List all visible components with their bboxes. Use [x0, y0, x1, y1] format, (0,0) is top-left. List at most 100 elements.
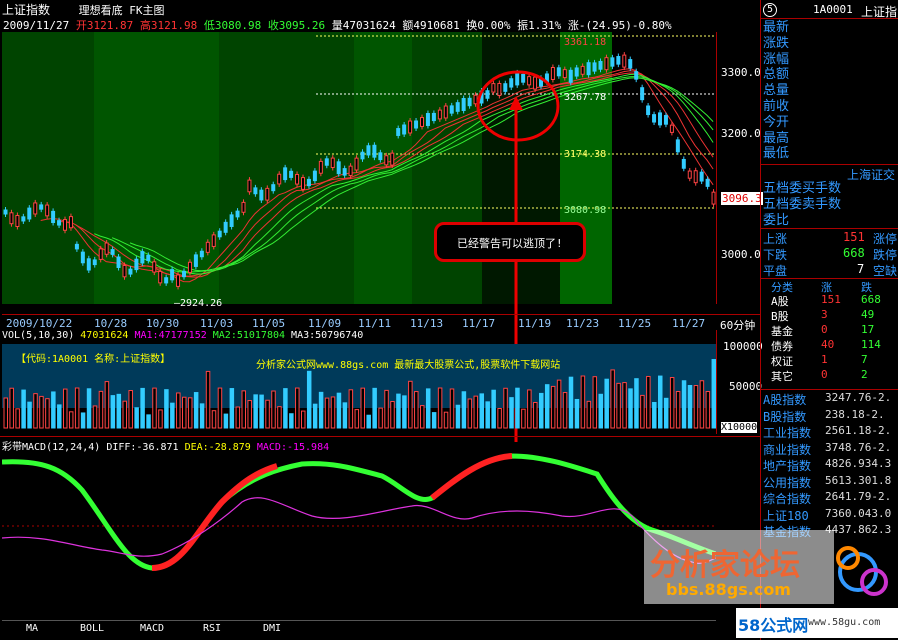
volume-axis: 100000 50000 X10000	[716, 330, 763, 434]
candle	[628, 59, 633, 69]
stats-up: 0	[821, 368, 828, 381]
candle	[354, 157, 359, 171]
sort-item[interactable]: 最高	[763, 131, 789, 147]
date-label: 11/19	[518, 317, 552, 330]
stats-down: 114	[861, 338, 881, 351]
volume-bar	[110, 395, 116, 429]
index-row[interactable]: 工业指数 2561.18-2.	[763, 424, 898, 440]
sort-item[interactable]: 最低	[763, 146, 789, 162]
volume-bar	[289, 413, 294, 429]
candle	[134, 258, 139, 271]
index-name[interactable]: 上证指数	[2, 3, 50, 17]
index-row[interactable]: 上证180 7360.043.0	[763, 507, 898, 523]
watermark-brand: 分析家论坛	[650, 548, 800, 583]
index-row[interactable]: 综合指数 2641.79-2.	[763, 490, 898, 506]
code-line: 【代码:1A0001 名称:上证指数】	[16, 354, 171, 365]
annotation-3361: 3361.18	[564, 37, 607, 48]
index-row[interactable]: 商业指数 3748.76-2.	[763, 441, 898, 457]
sort-item[interactable]: 涨幅	[763, 52, 789, 68]
volume-bar	[170, 402, 175, 429]
index-row[interactable]: 地产指数 4826.934.3	[763, 457, 898, 473]
candle	[616, 56, 621, 65]
window-badge[interactable]: 5	[763, 3, 777, 17]
price-chart[interactable]: 3361.18 3267.78 3174.38 3080.98 —2924.26	[2, 32, 716, 309]
volume-bar	[68, 411, 74, 429]
candle	[104, 242, 109, 255]
watermark-rings	[836, 546, 888, 596]
candle	[86, 258, 91, 271]
date-label: 11/17	[462, 317, 496, 330]
date-label: 2009/10/22	[6, 317, 73, 330]
candle	[675, 139, 680, 153]
sort-item[interactable]: 涨跌	[763, 36, 789, 52]
macd-chart[interactable]	[1, 450, 717, 610]
divider	[0, 436, 760, 437]
date-label: 11/23	[566, 317, 600, 330]
volume-bar	[580, 375, 586, 429]
candle	[586, 62, 591, 76]
candle	[122, 264, 127, 278]
candle	[283, 167, 288, 181]
volume-bar	[211, 410, 217, 429]
indicator-title[interactable]: 理想看底 FK主图	[79, 4, 165, 17]
volume-bar	[116, 393, 122, 429]
volume-bar	[205, 370, 211, 429]
candle	[277, 173, 282, 185]
candle	[348, 165, 353, 176]
ad-line[interactable]: 分析家公式网www.88gs.com 最新最大股票公式,股票软件下载网站	[256, 356, 560, 371]
sort-item[interactable]: 总额	[763, 67, 789, 83]
volume-bar	[634, 378, 639, 429]
quote-high: 高3121.98	[139, 19, 198, 32]
volume-bar	[295, 387, 300, 429]
tab-ma[interactable]: MA	[2, 623, 62, 634]
volume-bar	[158, 409, 163, 429]
volume-bar	[306, 370, 312, 429]
vol-axis-unit: X10000	[721, 422, 758, 433]
candle	[57, 220, 62, 226]
candle	[193, 254, 198, 267]
volume-bar	[473, 395, 479, 429]
volume-bar	[437, 387, 443, 429]
vol-ma2: MA2:51017804	[212, 330, 286, 341]
stats-row: 权证 1 7	[761, 353, 896, 368]
candle	[360, 151, 365, 160]
tab-macd[interactable]: MACD	[122, 623, 182, 634]
tab-dmi[interactable]: DMI	[242, 623, 302, 634]
volume-bar	[503, 387, 508, 429]
volume-bar	[92, 405, 98, 429]
candle	[330, 157, 335, 168]
candle	[146, 254, 151, 261]
candle	[318, 160, 323, 174]
candle	[39, 204, 44, 210]
volume-chart[interactable]: 【代码:1A0001 名称:上证指数】 分析家公式网www.88gs.com 最…	[2, 344, 716, 434]
volume-bar	[283, 388, 288, 429]
sort-item[interactable]: 今开	[763, 115, 789, 131]
quote-close: 收3095.26	[267, 19, 326, 32]
candle	[663, 115, 668, 125]
index-row[interactable]: B股指数 238.18-2.	[763, 408, 898, 424]
sort-item[interactable]: 前收	[763, 99, 789, 115]
volume-bar	[574, 398, 580, 429]
volume-bar	[598, 393, 603, 429]
sort-item[interactable]: 总量	[763, 83, 789, 99]
index-row[interactable]: 公用指数 5613.301.8	[763, 474, 898, 490]
price-axis-label: 3200.0	[721, 127, 761, 140]
sort-item[interactable]: 最新	[763, 20, 789, 36]
security-code: 1A0001	[813, 3, 853, 16]
candle	[259, 189, 264, 201]
candle	[491, 83, 496, 93]
quote-amplitude: 振1.31%	[517, 19, 562, 32]
candle	[693, 170, 698, 184]
tab-boll[interactable]: BOLL	[62, 623, 122, 634]
volume-bar	[98, 390, 104, 429]
volume-bar	[604, 378, 609, 429]
index-row[interactable]: A股指数 3247.76-2.	[763, 391, 898, 407]
candle	[63, 219, 67, 231]
candle	[21, 216, 26, 222]
candle	[235, 210, 240, 218]
price-chart-canvas[interactable]	[2, 32, 716, 304]
volume-bar	[33, 393, 38, 429]
candle	[128, 268, 133, 275]
tab-rsi[interactable]: RSI	[182, 623, 242, 634]
orders-list: 五档委买手数 五档委卖手数 委比	[763, 181, 841, 229]
